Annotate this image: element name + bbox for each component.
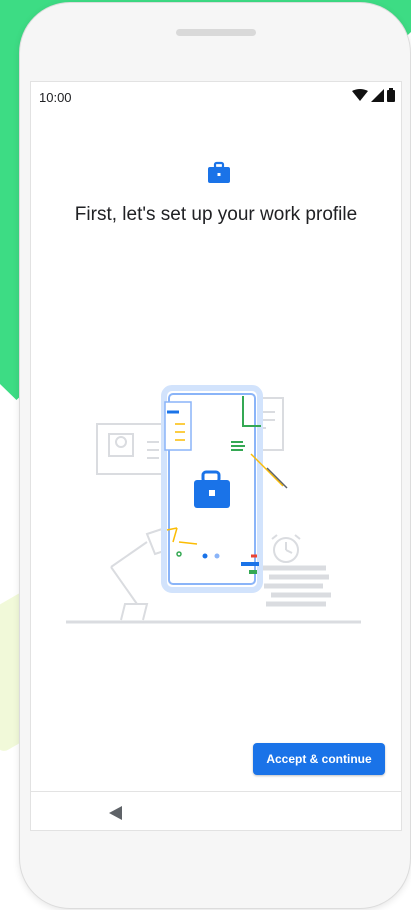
status-bar: 10:00	[31, 82, 401, 110]
navigation-divider	[31, 791, 401, 792]
accept-continue-button[interactable]: Accept & continue	[253, 743, 385, 775]
wifi-icon	[352, 88, 368, 101]
phone-drawing	[161, 385, 288, 593]
status-time: 10:00	[39, 90, 72, 105]
back-icon[interactable]	[109, 805, 123, 821]
id-card-drawing	[96, 423, 164, 475]
page-title: First, let's set up your work profile	[74, 204, 358, 225]
setup-illustration	[66, 385, 361, 624]
signal-icon	[371, 88, 384, 102]
phone-screen: 10:00 First, let's set up your work prof…	[30, 81, 402, 831]
battery-icon	[387, 88, 395, 102]
phone-frame: 10:00 First, let's set up your work prof…	[20, 3, 410, 908]
books-drawing	[261, 565, 331, 607]
phone-speaker	[176, 29, 256, 36]
clock-drawing	[271, 534, 301, 563]
briefcase-icon	[208, 161, 230, 183]
status-icons	[352, 88, 395, 102]
